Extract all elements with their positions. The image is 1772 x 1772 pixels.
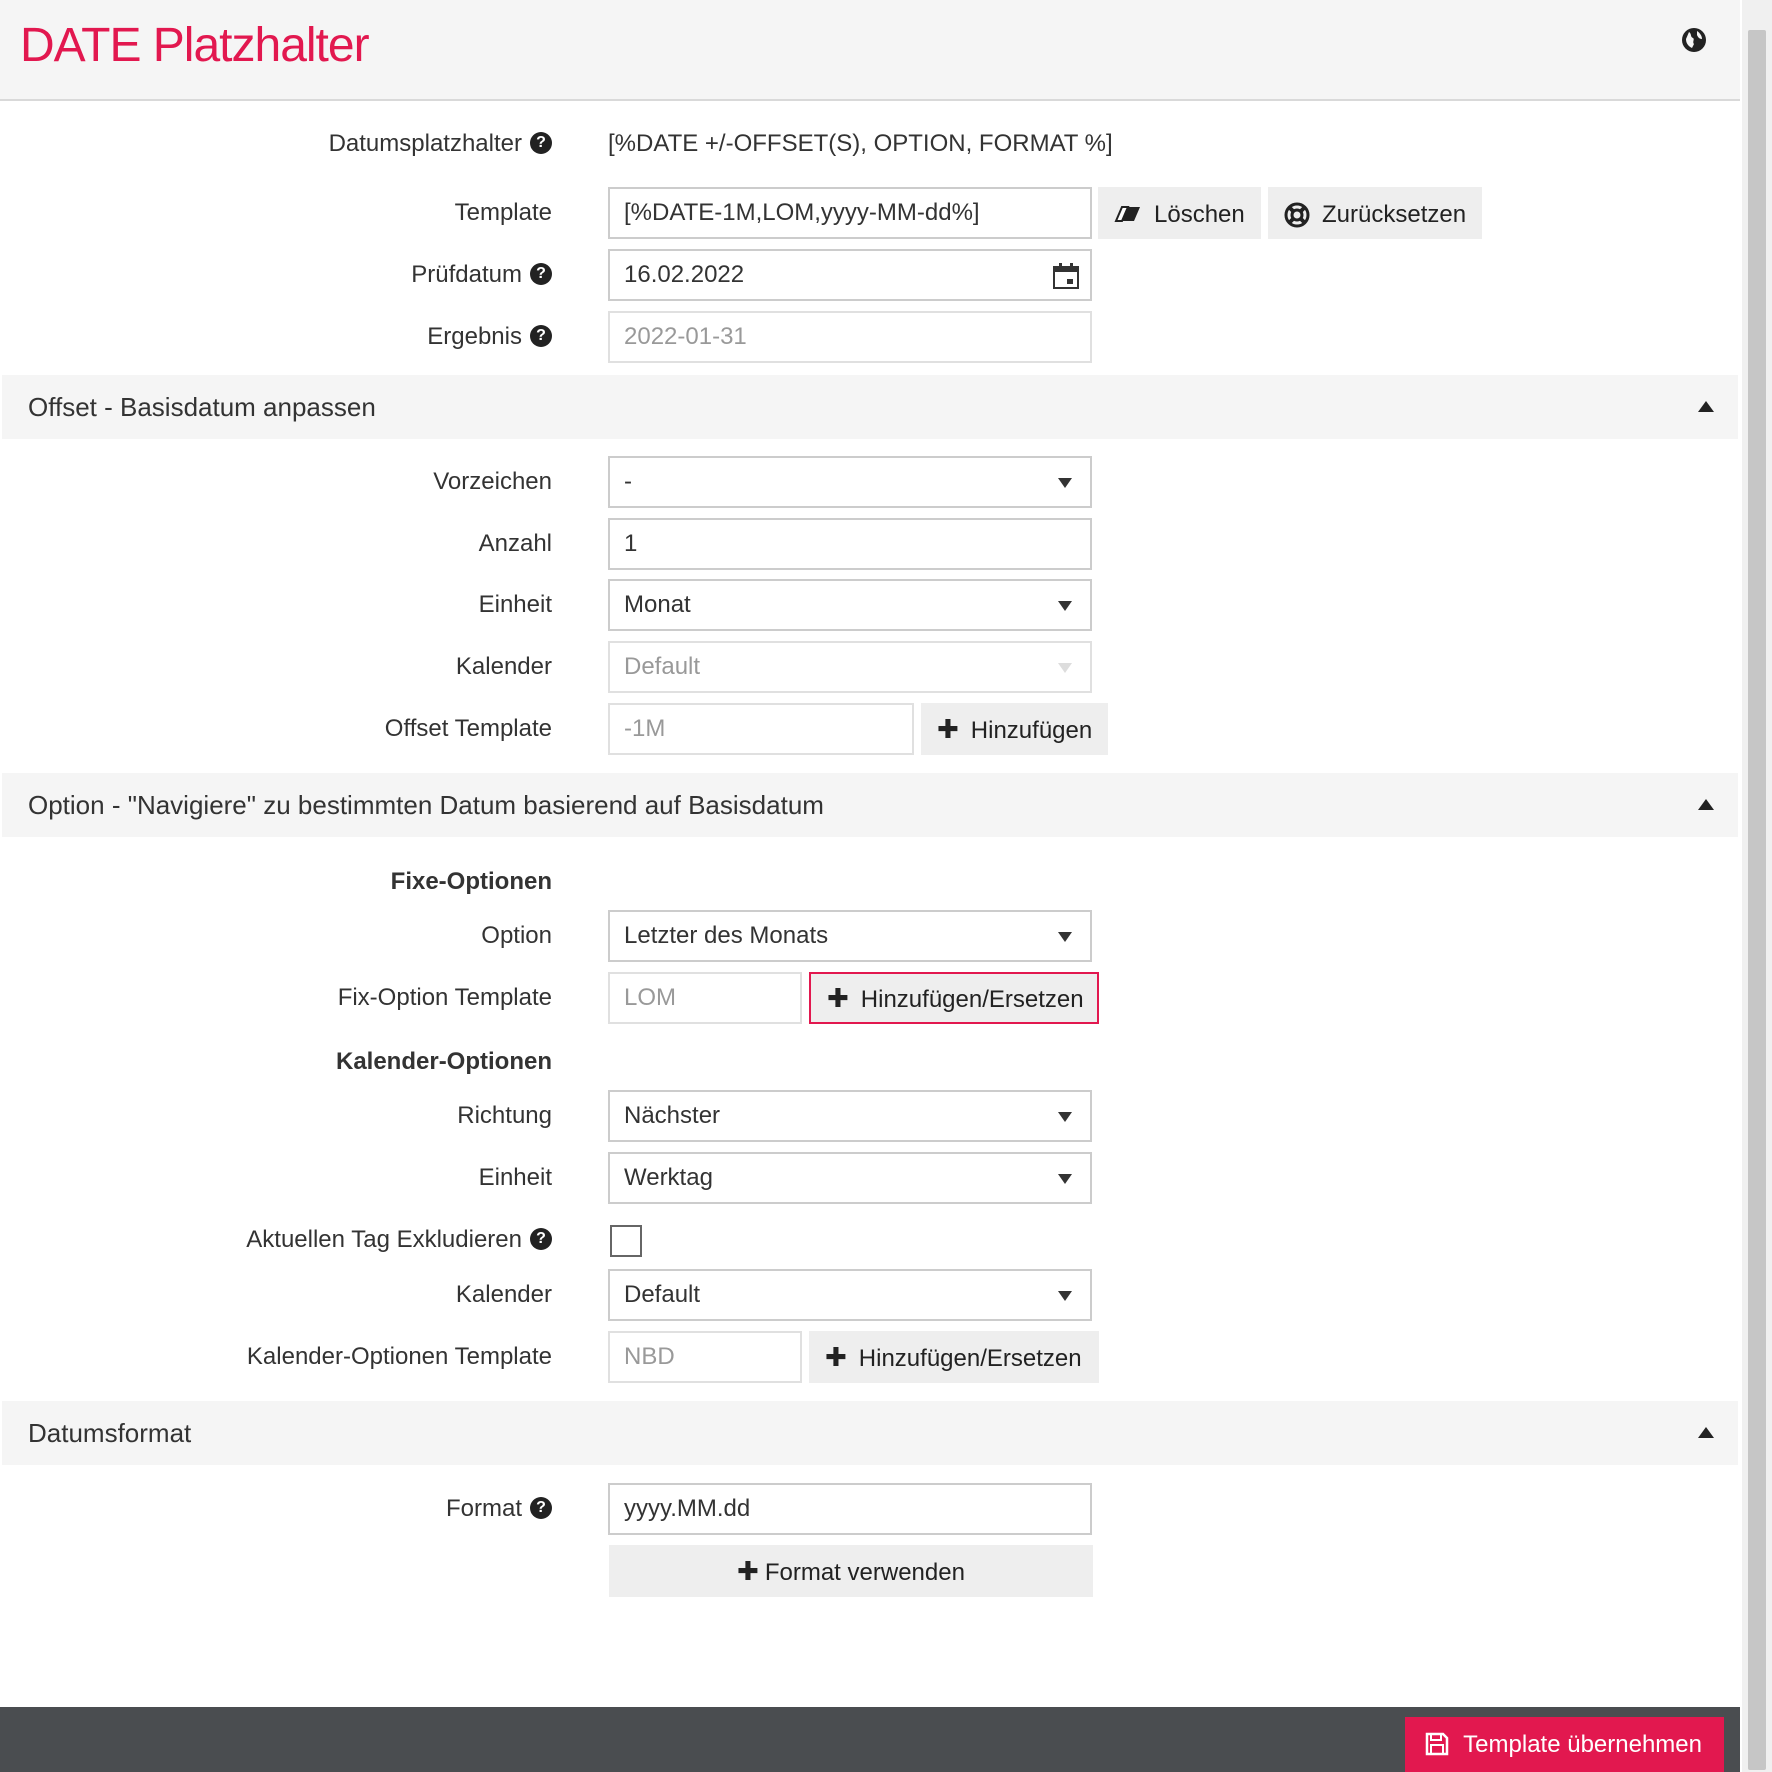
format-label: Format? [446,1483,552,1535]
kal-template-output: NBD [608,1331,802,1383]
offset-add-button[interactable]: ✚ Hinzufügen [921,703,1109,755]
calendar-icon[interactable] [1052,262,1080,290]
help-icon[interactable]: ? [530,1227,552,1250]
kal-template-label: Kalender-Optionen Template [246,1343,552,1370]
row-kalender-heading: Kalender-Optionen [0,1036,1740,1088]
row-exclude: Aktuellen Tag Exkludieren? [0,1214,1740,1266]
offset-section-header[interactable]: Offset - Basisdatum anpassen [2,375,1738,439]
vorzeichen-select[interactable]: - [608,456,1092,508]
kal-add-replace-button[interactable]: ✚ Hinzufügen/Ersetzen [809,1331,1099,1383]
plus-icon: ✚ [825,1342,847,1372]
loeschen-button[interactable]: Löschen [1098,187,1261,239]
fixe-optionen-heading: Fixe-Optionen [390,868,552,895]
template-uebernehmen-label: Template übernehmen [1463,1731,1702,1758]
row-option-einheit: Einheit Werktag [0,1152,1740,1204]
footer-bar: Template übernehmen [0,1707,1740,1772]
option-section-title: Option - "Navigiere" zu bestimmten Datum… [28,790,824,820]
datumsformat-section-title: Datumsformat [28,1418,192,1448]
row-kal-template: Kalender-Optionen Template NBD ✚ Hinzufüg… [0,1331,1740,1383]
row-ergebnis: Ergebnis? 2022-01-31 [0,311,1740,363]
template-uebernehmen-button[interactable]: Template übernehmen [1405,1717,1724,1772]
eraser-icon [1114,187,1142,239]
option-kalender-select[interactable]: Default [608,1269,1092,1321]
einheit-label: Einheit [478,591,552,618]
lifering-icon [1284,187,1310,239]
format-verwenden-label: Format verwenden [764,1559,965,1586]
pruefdatum-label: Prüfdatum? [411,249,552,301]
row-option: Option Letzter des Monats [0,910,1740,962]
offset-template-label: Offset Template [384,715,552,742]
save-icon [1425,1732,1449,1755]
fix-add-replace-label: Hinzufügen/Ersetzen [860,986,1084,1013]
plus-icon: ✚ [737,1556,759,1586]
row-offset-template: Offset Template -1M ✚ Hinzufügen [0,703,1740,755]
kal-add-replace-label: Hinzufügen/Ersetzen [858,1345,1082,1372]
einheit-select[interactable]: Monat [608,579,1092,631]
datumsplatzhalter-value: [%DATE +/-OFFSET(S), OPTION, FORMAT %] [608,130,1113,157]
help-icon[interactable]: ? [530,131,552,154]
offset-section-title: Offset - Basisdatum anpassen [28,392,376,422]
loeschen-label: Löschen [1154,201,1245,228]
kalender-optionen-heading: Kalender-Optionen [335,1048,552,1075]
pruefdatum-input[interactable]: 16.02.2022 [608,249,1092,301]
row-anzahl: Anzahl 1 [0,518,1740,570]
option-kalender-label: Kalender [455,1281,552,1308]
richtung-select[interactable]: Nächster [608,1090,1092,1142]
plus-icon: ✚ [827,983,849,1013]
help-icon[interactable]: ? [530,1496,552,1519]
format-verwenden-button[interactable]: ✚ Format verwenden [609,1545,1093,1597]
zuruecksetzen-button[interactable]: Zurücksetzen [1268,187,1483,239]
datumsplatzhalter-label: Datumsplatzhalter? [329,118,552,170]
row-einheit: Einheit Monat [0,579,1740,631]
help-icon[interactable]: ? [530,262,552,285]
option-einheit-label: Einheit [478,1164,552,1191]
row-fixe-heading: Fixe-Optionen [0,856,1740,908]
kalender-select-disabled: Default [608,641,1092,693]
offset-add-label: Hinzufügen [970,717,1093,744]
richtung-label: Richtung [457,1102,552,1129]
option-select[interactable]: Letzter des Monats [608,910,1092,962]
vorzeichen-label: Vorzeichen [433,468,552,495]
row-format: Format? yyyy.MM.dd [0,1483,1740,1535]
kalender-label: Kalender [455,653,552,680]
fix-add-replace-button[interactable]: ✚ Hinzufügen/Ersetzen [809,972,1099,1024]
exclude-today-checkbox[interactable] [610,1225,642,1257]
exclude-label: Aktuellen Tag Exkludieren? [246,1214,552,1266]
row-option-kalender: Kalender Default [0,1269,1740,1321]
scrollbar-thumb[interactable] [1748,30,1766,1770]
plus-icon: ✚ [937,714,959,744]
caret-up-icon[interactable] [1698,1427,1714,1438]
fix-template-output: LOM [608,972,802,1024]
row-datumsplatzhalter: Datumsplatzhalter? [%DATE +/-OFFSET(S), … [0,118,1740,170]
caret-up-icon[interactable] [1698,401,1714,412]
help-icon[interactable]: ? [530,324,552,347]
template-label: Template [454,199,552,226]
header-bar: DATE Platzhalter [0,0,1740,101]
option-einheit-select[interactable]: Werktag [608,1152,1092,1204]
format-input[interactable]: yyyy.MM.dd [608,1483,1092,1535]
row-kalender: Kalender Default [0,641,1740,693]
row-fix-template: Fix-Option Template LOM ✚ Hinzufügen/Erse… [0,972,1740,1024]
globe-icon[interactable] [1680,26,1708,54]
option-label: Option [481,922,552,949]
fix-template-label: Fix-Option Template [337,984,552,1011]
datumsformat-section-header[interactable]: Datumsformat [2,1401,1738,1465]
row-pruefdatum: Prüfdatum? 16.02.2022 [0,249,1740,301]
ergebnis-label: Ergebnis? [427,311,552,363]
option-section-header[interactable]: Option - "Navigiere" zu bestimmten Datum… [2,773,1738,837]
row-template: Template [%DATE-1M,LOM,yyyy-MM-dd%] Lösc… [0,187,1740,239]
row-vorzeichen: Vorzeichen - [0,456,1740,508]
ergebnis-output: 2022-01-31 [608,311,1092,363]
caret-up-icon[interactable] [1698,799,1714,810]
template-input[interactable]: [%DATE-1M,LOM,yyyy-MM-dd%] [608,187,1092,239]
anzahl-input[interactable]: 1 [608,518,1092,570]
page-title: DATE Platzhalter [20,19,370,72]
anzahl-label: Anzahl [478,530,552,557]
row-format-use: ✚ Format verwenden [0,1545,1740,1597]
zuruecksetzen-label: Zurücksetzen [1322,201,1467,228]
offset-template-output: -1M [608,703,914,755]
row-richtung: Richtung Nächster [0,1090,1740,1142]
pruefdatum-value: 16.02.2022 [624,261,745,288]
